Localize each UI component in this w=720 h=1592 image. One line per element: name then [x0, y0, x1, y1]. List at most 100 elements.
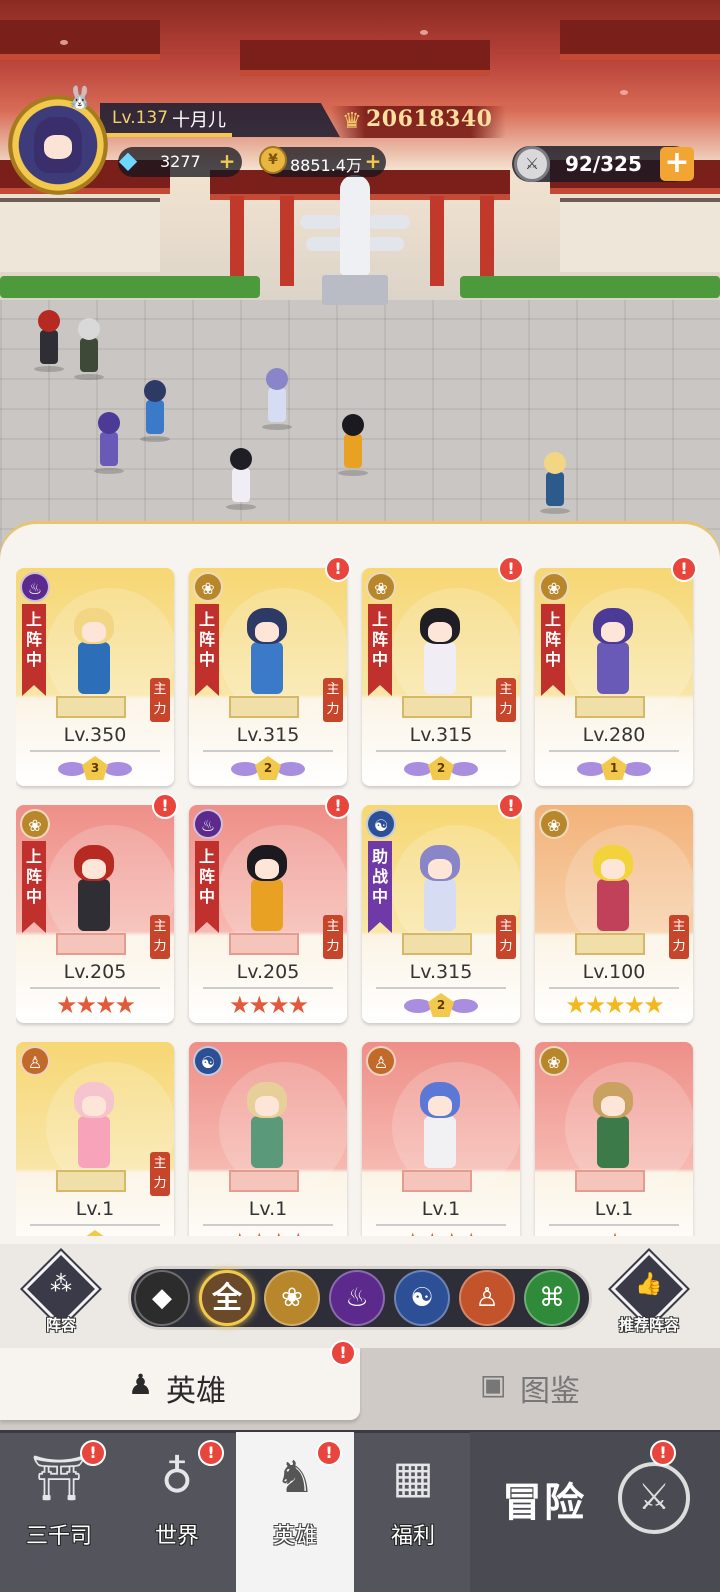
meditate-faction-icon: ♙: [366, 1046, 396, 1076]
hero-alert-icon: !: [325, 556, 351, 582]
nav-label: 英雄: [272, 1524, 317, 1549]
awaken-value: 2: [428, 993, 454, 1017]
field-hero-sprite[interactable]: [540, 452, 570, 514]
awaken-value: 3: [82, 756, 108, 780]
lawn-right: [460, 276, 720, 298]
heroes-tab-alert-icon: !: [330, 1340, 356, 1366]
field-hero-sprite[interactable]: [226, 448, 256, 510]
tab-codex[interactable]: ▣ 图鉴: [360, 1348, 720, 1420]
adventure-label: 冒险: [502, 1480, 586, 1526]
nav-label: 三千司: [25, 1524, 92, 1549]
card-divider: [376, 1224, 506, 1226]
stamina-icon: ⚔: [514, 146, 550, 182]
recommended-formation-button[interactable]: 👍 推荐阵容: [610, 1250, 688, 1334]
card-divider: [549, 750, 679, 752]
field-hero-sprite[interactable]: [94, 412, 124, 474]
hero-portrait: [64, 608, 124, 708]
lotus-filter-button[interactable]: ❀: [264, 1270, 320, 1326]
hero-card[interactable]: ♨ 上阵中主力 Lv.205 ★★★★: [189, 805, 347, 1023]
hero-card[interactable]: ❀ 主力 Lv.100 ★★★★★: [535, 805, 693, 1023]
hero-portrait: [64, 845, 124, 945]
awaken-emblem: 2: [404, 756, 478, 780]
tab-heroes[interactable]: ♟ 英雄: [0, 1348, 360, 1420]
fox-statue: [300, 175, 410, 310]
meditate-filter-button[interactable]: ♙: [459, 1270, 515, 1326]
formation-icon: ⁂: [50, 1272, 72, 1297]
field-hero-sprite[interactable]: [338, 414, 368, 476]
awaken-emblem: 2: [58, 1230, 132, 1236]
field-hero-sprite[interactable]: [34, 310, 64, 372]
diamond-icon: ◆: [118, 146, 138, 174]
nav-alert-icon: !: [198, 1440, 224, 1466]
add-stamina-button[interactable]: +: [660, 147, 694, 181]
lotus-faction-icon: ❀: [366, 572, 396, 602]
hero-alert-icon: !: [671, 556, 697, 582]
hero-level: Lv.1: [248, 1198, 288, 1220]
fire-filter-button[interactable]: ♨: [329, 1270, 385, 1326]
dna-filter-button[interactable]: ⌘: [524, 1270, 580, 1326]
hero-portrait: [64, 1082, 124, 1182]
hero-card[interactable]: ♙ 主力 Lv.1 2: [16, 1042, 174, 1236]
main-force-tag: 主力: [323, 915, 343, 959]
nav-item-3[interactable]: ▦ 福利: [354, 1432, 472, 1592]
main-force-tag: 主力: [323, 678, 343, 722]
nav-alert-icon: !: [80, 1440, 106, 1466]
power-value: 20618340: [366, 106, 493, 132]
deploy-status-tag: 上阵中: [22, 841, 46, 933]
awaken-emblem: 3: [58, 756, 132, 780]
diamond-filter-button[interactable]: ◆: [134, 1270, 190, 1326]
field-hero-sprite[interactable]: [140, 380, 170, 442]
hero-card[interactable]: ❀ 上阵中 Lv.280 1: [535, 568, 693, 786]
hero-card[interactable]: ❀ 上阵中主力 Lv.205 ★★★★: [16, 805, 174, 1023]
card-divider: [203, 750, 333, 752]
hero-card[interactable]: ☯ 助战中主力 Lv.315 2: [362, 805, 520, 1023]
nav-label: 世界: [154, 1524, 199, 1549]
lotus-faction-icon: ❀: [539, 572, 569, 602]
lotus-faction-icon: ❀: [20, 809, 50, 839]
hero-grid: ♨ 上阵中主力 Lv.350 3 ❀ 上阵中主力 Lv.315 2! ❀ 上阵中主力 Lv.315 2…: [16, 556, 706, 1236]
lawn-left: [0, 276, 260, 298]
add-gold-button[interactable]: +: [364, 151, 382, 171]
bunny-ornament-icon: 🐰: [66, 86, 94, 111]
player-level: Lv.137: [112, 108, 169, 128]
hero-card[interactable]: ❀ Lv.1 ★: [535, 1042, 693, 1236]
all-filter-button[interactable]: 全: [199, 1270, 255, 1326]
pillar: [280, 196, 294, 286]
field-hero-sprite[interactable]: [74, 318, 104, 380]
stamina-value: 92/325: [565, 152, 642, 176]
formation-button[interactable]: ⁂ 阵容: [22, 1250, 100, 1334]
hero-card[interactable]: ♙ Lv.1 ★★★★: [362, 1042, 520, 1236]
gold-value: 8851.4万: [290, 156, 362, 175]
hero-alert-icon: !: [498, 556, 524, 582]
main-force-tag: 主力: [150, 678, 170, 722]
hero-level: Lv.280: [582, 724, 646, 746]
hero-level: Lv.100: [582, 961, 646, 983]
awaken-emblem: 1: [577, 756, 651, 780]
awaken-value: 2: [82, 1230, 108, 1236]
power-icon: ♛: [342, 109, 362, 134]
hero-card[interactable]: ❀ 上阵中主力 Lv.315 2: [189, 568, 347, 786]
hero-portrait: [237, 1082, 297, 1182]
hero-portrait: [410, 608, 470, 708]
main-force-tag: 主力: [669, 915, 689, 959]
courtyard-scene: [0, 0, 720, 560]
hero-level: Lv.350: [63, 724, 127, 746]
hero-card[interactable]: ♨ 上阵中主力 Lv.350 3: [16, 568, 174, 786]
hero-card[interactable]: ❀ 上阵中主力 Lv.315 2: [362, 568, 520, 786]
hero-portrait: [410, 845, 470, 945]
deploy-status-tag: 助战中: [368, 841, 392, 933]
thumbs-up-icon: 👍: [635, 1272, 663, 1297]
hero-level: Lv.315: [409, 724, 473, 746]
star-rating: ★: [535, 1228, 693, 1236]
field-hero-sprite[interactable]: [262, 368, 292, 430]
hero-portrait: [583, 845, 643, 945]
temple-roof-center: [240, 40, 490, 76]
add-gems-button[interactable]: +: [218, 151, 236, 171]
card-divider: [549, 987, 679, 989]
hero-alert-icon: !: [498, 793, 524, 819]
hero-card[interactable]: ☯ Lv.1 ★★★★: [189, 1042, 347, 1236]
yinyang-filter-button[interactable]: ☯: [394, 1270, 450, 1326]
temple-roof-right: [560, 20, 720, 60]
player-name: 十月儿: [172, 110, 226, 131]
yinyang-faction-icon: ☯: [193, 1046, 223, 1076]
